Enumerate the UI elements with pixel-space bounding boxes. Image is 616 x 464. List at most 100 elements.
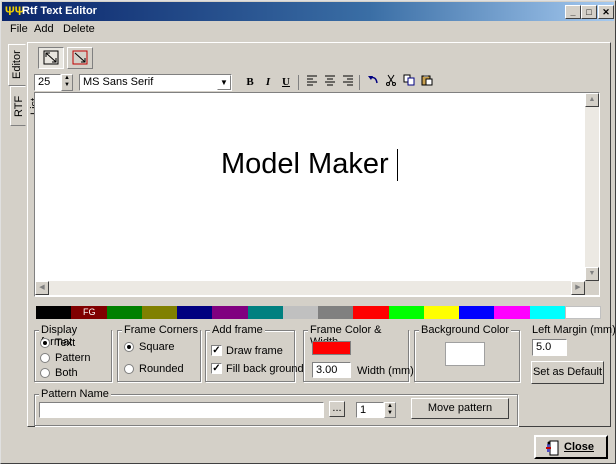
tab-editor-label: Editor [11, 50, 23, 80]
display-format-both-radio[interactable] [40, 368, 50, 378]
menu-delete[interactable]: Delete [63, 23, 95, 35]
chevron-down-icon[interactable]: ▼ [217, 75, 231, 90]
align-left-icon [307, 75, 317, 86]
display-format-pattern-radio[interactable] [40, 353, 50, 363]
minimize-button[interactable]: _ [565, 5, 581, 19]
color-swatch[interactable] [141, 306, 178, 319]
set-as-default-button[interactable]: Set as Default [531, 361, 604, 384]
scroll-corner [585, 281, 599, 295]
tab-rtf-list-label: RTF List [13, 95, 41, 117]
undo-button[interactable] [364, 74, 382, 90]
title-bar[interactable]: ΨΨ Rtf Text Editor _ □ ✕ [2, 2, 614, 21]
draw-frame-checkbox[interactable]: ✓ [211, 345, 222, 356]
tab-rtf-list[interactable]: RTF List [10, 86, 41, 126]
scroll-up-icon[interactable]: ▲ [585, 93, 599, 107]
color-swatch[interactable] [388, 306, 425, 319]
color-swatch[interactable] [459, 306, 495, 319]
app-icon: ΨΨ [5, 4, 25, 18]
tab-editor[interactable]: Editor [8, 44, 26, 86]
color-swatch[interactable] [494, 306, 531, 319]
frame-toggle-1-button[interactable] [38, 47, 64, 69]
scissors-icon [386, 74, 396, 86]
color-swatch[interactable] [247, 306, 284, 319]
display-format-pattern-label: Pattern [55, 352, 91, 364]
pattern-name-title: Pattern Name [39, 388, 111, 400]
copy-icon [403, 74, 415, 86]
bold-button[interactable]: B [241, 74, 259, 90]
window-title: Rtf Text Editor [22, 5, 97, 17]
align-right-icon [343, 75, 353, 86]
draw-frame-label: Draw frame [226, 345, 283, 357]
foreground-indicator: FG [83, 307, 96, 317]
paste-button[interactable] [418, 74, 436, 90]
font-size-input[interactable]: 25 [34, 74, 61, 91]
background-color-title: Background Color [419, 324, 512, 336]
align-center-icon [325, 75, 335, 86]
frame-width-label: Width (mm) [357, 365, 414, 377]
resize-corner-icon [72, 50, 88, 65]
frame-corners-square-radio[interactable] [124, 342, 134, 352]
color-swatch[interactable] [282, 306, 319, 319]
left-margin-input[interactable]: 5.0 [532, 339, 567, 356]
pattern-number-spinner[interactable]: ▲ ▼ [384, 402, 396, 418]
text-caret [397, 149, 398, 181]
color-swatch[interactable] [353, 306, 390, 319]
browse-pattern-button[interactable]: ... [329, 401, 345, 417]
color-swatch[interactable] [423, 306, 460, 319]
frame-corners-title: Frame Corners [122, 324, 200, 336]
font-name-select[interactable]: MS Sans Serif [79, 74, 232, 91]
display-format-text-label: Text [55, 337, 76, 349]
close-button[interactable]: Close [534, 435, 608, 459]
frame-corners-rounded-radio[interactable] [124, 364, 134, 374]
italic-button[interactable]: I [259, 74, 277, 90]
background-color-swatch[interactable] [445, 342, 485, 366]
editor-text: Model Maker [221, 148, 389, 180]
pattern-number-input[interactable]: 1 [356, 402, 384, 418]
undo-icon [368, 76, 378, 84]
frame-color-swatch[interactable] [312, 341, 351, 355]
copy-button[interactable] [400, 74, 418, 90]
align-right-button[interactable] [339, 74, 357, 90]
frame-toggle-2-button[interactable] [67, 47, 93, 69]
color-swatch[interactable] [177, 306, 213, 319]
close-window-button[interactable]: ✕ [598, 5, 614, 19]
resize-diagonal-icon [43, 50, 59, 65]
menu-file[interactable]: File [10, 23, 28, 35]
door-exit-icon [546, 440, 559, 456]
fill-background-label: Fill back ground [226, 363, 304, 375]
close-button-label: Close [564, 441, 594, 453]
color-swatch[interactable] [106, 306, 143, 319]
scroll-down-icon[interactable]: ▼ [585, 267, 599, 281]
color-swatch[interactable]: FG [71, 306, 108, 319]
frame-corners-square-label: Square [139, 341, 175, 353]
display-format-text-radio[interactable] [40, 338, 50, 348]
color-swatch[interactable] [36, 306, 72, 319]
horizontal-scrollbar[interactable]: ◀ ▶ [35, 281, 585, 295]
color-swatch[interactable] [529, 306, 566, 319]
align-center-button[interactable] [321, 74, 339, 90]
display-format-both-label: Both [55, 367, 78, 379]
pattern-name-input[interactable] [39, 402, 324, 418]
cut-button[interactable] [382, 74, 400, 90]
clipboard-icon [421, 75, 433, 86]
frame-width-input[interactable]: 3.00 [312, 362, 351, 378]
frame-corners-rounded-label: Rounded [139, 363, 184, 375]
color-swatch[interactable] [318, 306, 354, 319]
scroll-right-icon[interactable]: ▶ [571, 281, 585, 295]
rich-text-editor[interactable]: Model Maker ▲ ▼ ◀ ▶ [34, 92, 600, 297]
toolbar-divider [298, 75, 299, 90]
color-swatch[interactable] [212, 306, 249, 319]
font-size-spinner[interactable]: ▲ ▼ [61, 74, 73, 91]
vertical-scrollbar[interactable]: ▲ ▼ [585, 93, 599, 281]
menu-add[interactable]: Add [34, 23, 54, 35]
add-frame-title: Add frame [210, 324, 265, 336]
underline-button[interactable]: U [277, 74, 295, 90]
fill-background-checkbox[interactable]: ✓ [211, 363, 222, 374]
color-swatch[interactable] [564, 306, 601, 319]
align-left-button[interactable] [303, 74, 321, 90]
scroll-left-icon[interactable]: ◀ [35, 281, 49, 295]
rtf-text-editor-window: ΨΨ Rtf Text Editor _ □ ✕ File Add Delete… [0, 0, 616, 464]
maximize-button[interactable]: □ [581, 5, 597, 19]
toolbar-divider [359, 75, 360, 90]
move-pattern-button[interactable]: Move pattern [411, 398, 509, 419]
